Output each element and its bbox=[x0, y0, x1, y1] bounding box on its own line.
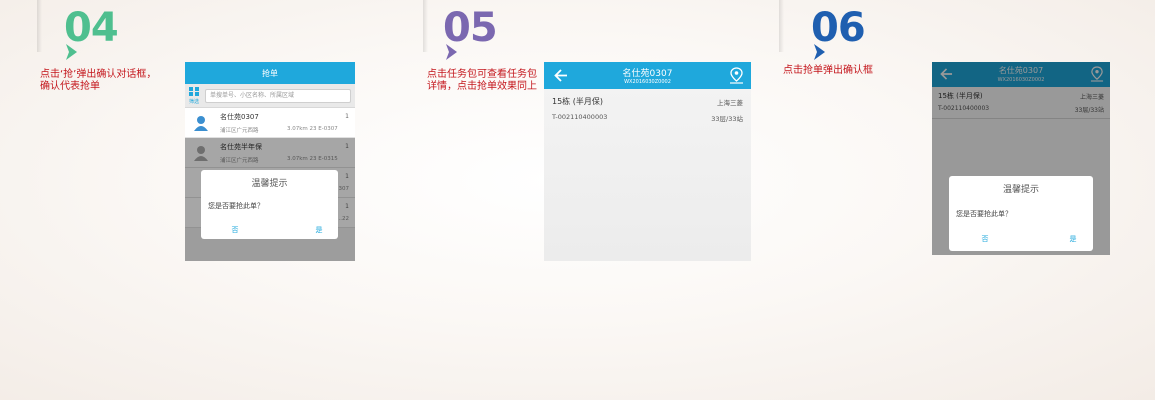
step-number-06: 06 bbox=[811, 5, 866, 51]
caption-line: 点击抢单弹出确认框 bbox=[783, 65, 873, 76]
title-bar: 抢单 bbox=[185, 62, 355, 84]
caption-line: 详情，点击抢单效果同上 bbox=[427, 81, 537, 92]
map-pin-icon[interactable] bbox=[729, 67, 744, 84]
step-number-04: 04 bbox=[64, 5, 119, 51]
confirm-dialog: 温馨提示 您是否要抢此单？ 否 是 bbox=[949, 176, 1093, 251]
page-subtitle: WX2016030Z0002 bbox=[624, 79, 671, 85]
caption-line: 点击‘抢’弹出确认对话框， bbox=[40, 69, 157, 80]
search-row: 筛选 单搜单号、小区名称、所属区域 bbox=[185, 84, 355, 108]
filter-label: 筛选 bbox=[188, 98, 199, 105]
search-input[interactable]: 单搜单号、小区名称、所属区域 bbox=[205, 88, 351, 103]
confirm-dialog: 温馨提示 您是否要抢此单？ 否 是 bbox=[201, 170, 338, 239]
caption-line: 点击任务包可查看任务包 bbox=[427, 69, 537, 80]
title-bar: 名仕苑0307 WX2016030Z0002 bbox=[544, 62, 751, 89]
page-title: 名仕苑0307 bbox=[622, 69, 673, 79]
step-04-caption: 点击‘抢’弹出确认对话框， 确认代表抢单 bbox=[40, 69, 180, 93]
grid-icon bbox=[189, 86, 199, 96]
person-icon bbox=[194, 116, 208, 131]
step-05-caption: 点击任务包可查看任务包 详情，点击抢单效果同上 bbox=[427, 69, 547, 93]
building-label: 15栋 (半月保) bbox=[552, 97, 603, 106]
item-sub: 浦江区广元西路 bbox=[220, 128, 259, 134]
dialog-title: 温馨提示 bbox=[251, 179, 288, 189]
page-title: 抢单 bbox=[262, 69, 278, 78]
section-divider-2 bbox=[423, 0, 428, 52]
brand-label: 上海三菱 bbox=[717, 99, 743, 107]
detail-row[interactable]: T-002110400003 33层/33站 bbox=[544, 109, 751, 125]
elevator-id: T-002110400003 bbox=[552, 113, 608, 121]
item-name: 名仕苑0307 bbox=[220, 113, 259, 121]
yes-button[interactable]: 是 bbox=[305, 225, 333, 235]
step-number-05: 05 bbox=[443, 5, 498, 51]
chevron-right-icon bbox=[66, 44, 77, 60]
chevron-right-icon bbox=[814, 44, 825, 60]
step-06-caption: 点击抢单弹出确认框 bbox=[783, 65, 903, 77]
dialog-title: 温馨提示 bbox=[1002, 185, 1039, 195]
list-item[interactable]: 名仕苑0307 浦江区广元西路 3.07km 23 E-0307 1 bbox=[185, 108, 355, 138]
section-divider-1 bbox=[37, 0, 42, 52]
phone-screen-task-detail: 名仕苑0307 WX2016030Z0002 15栋 (半月保) 上海三菱 T-… bbox=[544, 62, 751, 261]
yes-button[interactable]: 是 bbox=[1059, 234, 1087, 244]
filter-button[interactable]: 筛选 bbox=[185, 86, 201, 105]
dialog-message: 您是否要抢此单？ bbox=[208, 202, 264, 210]
chevron-right-icon bbox=[446, 44, 457, 60]
item-distance: 3.07km 23 E-0307 bbox=[287, 126, 338, 132]
detail-row[interactable]: 15栋 (半月保) 上海三菱 bbox=[544, 89, 751, 109]
floors-label: 33层/33站 bbox=[711, 115, 743, 123]
phone-screen-confirm: 名仕苑0307 WX2016030Z0002 15栋 (半月保) 上海三菱 T-… bbox=[932, 62, 1110, 255]
no-button[interactable]: 否 bbox=[221, 225, 249, 235]
item-count: 1 bbox=[345, 113, 349, 120]
no-button[interactable]: 否 bbox=[971, 234, 999, 244]
section-divider-3 bbox=[779, 0, 784, 52]
dialog-message: 您是否要抢此单？ bbox=[956, 210, 1012, 218]
phone-screen-grab-list: 抢单 筛选 单搜单号、小区名称、所属区域 名仕苑0307 浦江区广元西路 3.0… bbox=[185, 62, 355, 261]
caption-line: 确认代表抢单 bbox=[40, 81, 100, 92]
